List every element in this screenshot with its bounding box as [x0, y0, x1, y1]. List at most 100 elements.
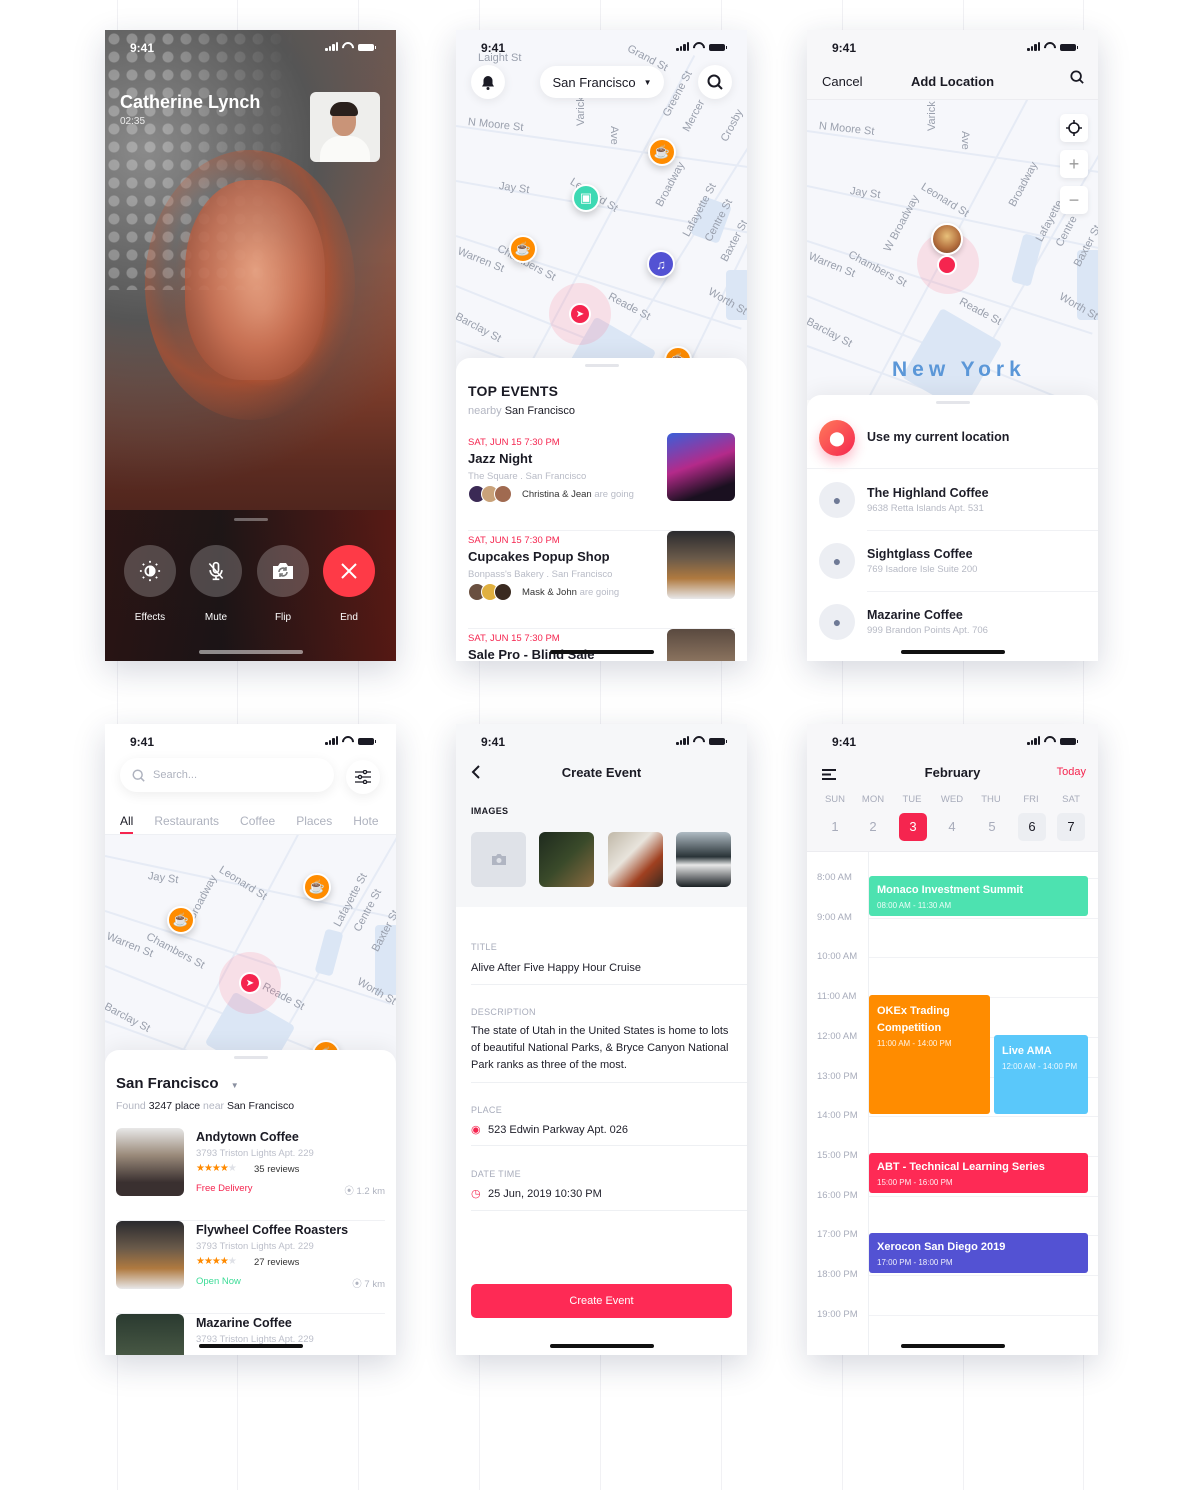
hour-label: 16:00 PM — [817, 1189, 858, 1201]
event-card[interactable]: SAT, JUN 15 7:30 PM Jazz Night The Squar… — [468, 433, 735, 531]
day-cell[interactable]: 1 — [821, 813, 849, 841]
city-selector[interactable]: San Francisco ▼ — [116, 1075, 239, 1092]
drag-handle[interactable] — [233, 518, 268, 521]
add-image-button[interactable] — [471, 832, 526, 887]
event-title: Xerocon San Diego 2019 — [877, 1241, 1006, 1253]
sliders-icon — [355, 770, 371, 784]
calendar-event[interactable]: Live AMA 12:00 AM - 14:00 PM — [994, 1035, 1088, 1114]
place-address: 3793 Triston Lights Apt. 229 — [196, 1241, 314, 1252]
drag-handle[interactable] — [935, 401, 970, 404]
use-current-location-button[interactable]: ⬤ Use my current location — [807, 407, 1098, 469]
location-item[interactable]: ● The Highland Coffee 9638 Retta Islands… — [807, 469, 1098, 531]
coffee-map-pin[interactable]: ☕ — [509, 235, 537, 263]
flip-camera-button[interactable] — [257, 545, 309, 597]
subtitle-prefix: nearby — [468, 405, 502, 417]
status-time: 9:41 — [481, 735, 506, 749]
home-indicator — [549, 1344, 654, 1348]
going-label: are going — [594, 489, 634, 500]
user-avatar-marker — [931, 223, 963, 255]
tab-places[interactable]: Places — [296, 814, 332, 828]
tab-coffee[interactable]: Coffee — [240, 814, 275, 828]
search-button[interactable] — [1070, 70, 1084, 87]
place-field[interactable]: ◉ 523 Edwin Parkway Apt. 026 — [471, 1122, 732, 1139]
coffee-icon: ☕ — [172, 912, 190, 927]
image-thumbnail[interactable] — [608, 832, 663, 887]
filter-button[interactable] — [346, 760, 380, 794]
current-location-pin[interactable]: ➤ — [239, 972, 261, 994]
mute-button[interactable] — [190, 545, 242, 597]
notifications-button[interactable] — [471, 65, 505, 99]
title-field[interactable]: Alive After Five Happy Hour Cruise — [471, 960, 732, 977]
calendar-event[interactable]: Monaco Investment Summit 08:00 AM - 11:3… — [869, 876, 1088, 916]
image-thumbnail[interactable] — [676, 832, 731, 887]
images-label: IMAGES — [471, 806, 509, 816]
coffee-map-pin[interactable]: ☕ — [167, 906, 195, 934]
city-selector[interactable]: San Francisco ▼ — [540, 66, 664, 98]
end-call-button[interactable] — [323, 545, 375, 597]
calendar-event[interactable]: OKEx Trading Competition 11:00 AM - 14:0… — [869, 995, 990, 1114]
flip-label: Flip — [274, 612, 292, 623]
day-cell[interactable]: 5 — [978, 813, 1006, 841]
status-time: 9:41 — [832, 41, 857, 55]
tab-restaurants[interactable]: Restaurants — [154, 814, 219, 828]
tab-all[interactable]: All — [120, 814, 134, 834]
location-item[interactable]: ● Mazarine Coffee 999 Brandon Points Apt… — [807, 591, 1098, 653]
rating-stars: ★★★★★ — [196, 1163, 237, 1174]
image-thumbnail[interactable] — [539, 832, 594, 887]
hour-label: 12:00 AM — [817, 1030, 858, 1042]
zoom-out-button[interactable]: − — [1060, 186, 1088, 214]
battery-icon — [358, 44, 376, 51]
event-title: OKEx Trading Competition — [877, 1005, 950, 1034]
effects-button[interactable] — [124, 545, 176, 597]
coffee-icon: ☕ — [308, 879, 326, 894]
day-cell[interactable]: 4 — [938, 813, 966, 841]
drag-handle[interactable] — [584, 364, 619, 367]
self-view-thumbnail[interactable] — [310, 92, 380, 162]
event-time: 11:00 AM - 14:00 PM — [877, 1039, 952, 1048]
coffee-map-pin[interactable]: ☕ — [648, 138, 676, 166]
coffee-map-pin[interactable]: ☕ — [303, 873, 331, 901]
event-thumbnail — [667, 629, 735, 661]
attendees-text: Mask & John are going — [522, 587, 619, 598]
review-count: 35 reviews — [254, 1164, 300, 1175]
tab-hotels[interactable]: Hote — [353, 814, 378, 828]
place-thumbnail — [116, 1221, 184, 1289]
location-item[interactable]: ● Sightglass Coffee 769 Isadore Isle Sui… — [807, 530, 1098, 592]
create-event-button[interactable]: Create Event — [471, 1284, 732, 1318]
event-thumbnail — [667, 531, 735, 599]
zoom-in-button[interactable]: + — [1060, 150, 1088, 178]
status-bar: 9:41 — [105, 30, 396, 66]
today-button[interactable]: Today — [1057, 766, 1086, 778]
day-cell[interactable]: 2 — [859, 813, 887, 841]
attendees-text: Christina & Jean are going — [522, 489, 634, 500]
event-card[interactable]: SAT, JUN 15 7:30 PM Sale Pro - Blind Sal… — [468, 629, 735, 661]
day-cell[interactable]: 6 — [1018, 813, 1046, 841]
event-name: Cupcakes Popup Shop — [468, 549, 610, 564]
place-list-item[interactable]: Andytown Coffee 3793 Triston Lights Apt.… — [116, 1128, 385, 1221]
search-input[interactable]: Search... — [120, 758, 334, 792]
calendar-event[interactable]: ABT - Technical Learning Series 15:00 PM… — [869, 1153, 1088, 1193]
music-map-pin[interactable]: ♫ — [647, 250, 675, 278]
current-location-pin[interactable]: ➤ — [569, 303, 591, 325]
day-cell-selected[interactable]: 3 — [899, 813, 927, 841]
mic-off-icon — [208, 561, 224, 581]
place-list-item[interactable]: Mazarine Coffee 3793 Triston Lights Apt.… — [116, 1314, 385, 1355]
caret-down-icon: ▼ — [643, 77, 652, 87]
home-indicator — [198, 650, 303, 654]
locate-me-button[interactable] — [1060, 114, 1088, 142]
attendee-names: Christina & Jean — [522, 489, 592, 500]
datetime-field[interactable]: ◷ 25 Jun, 2019 10:30 PM — [471, 1186, 732, 1203]
description-field[interactable]: The state of Utah in the United States i… — [471, 1023, 732, 1074]
ticket-map-pin[interactable]: ▣ — [572, 184, 600, 212]
event-card[interactable]: SAT, JUN 15 7:30 PM Cupcakes Popup Shop … — [468, 531, 735, 629]
weekday-label: MON — [861, 794, 885, 805]
day-cell[interactable]: 7 — [1057, 813, 1085, 841]
map-view[interactable]: N Moore St Jay St Leonard St W Broadway … — [807, 100, 1098, 400]
location-marker-icon[interactable] — [937, 255, 957, 275]
search-button[interactable] — [698, 65, 732, 99]
place-list-item[interactable]: Flywheel Coffee Roasters 3793 Triston Li… — [116, 1221, 385, 1314]
map-view[interactable]: Jay St Leonard St W Broadway Warren St C… — [105, 835, 396, 1065]
calendar-event[interactable]: Xerocon San Diego 2019 17:00 PM - 18:00 … — [869, 1233, 1088, 1273]
drag-handle[interactable] — [233, 1056, 268, 1059]
crosshair-icon — [1066, 120, 1082, 136]
